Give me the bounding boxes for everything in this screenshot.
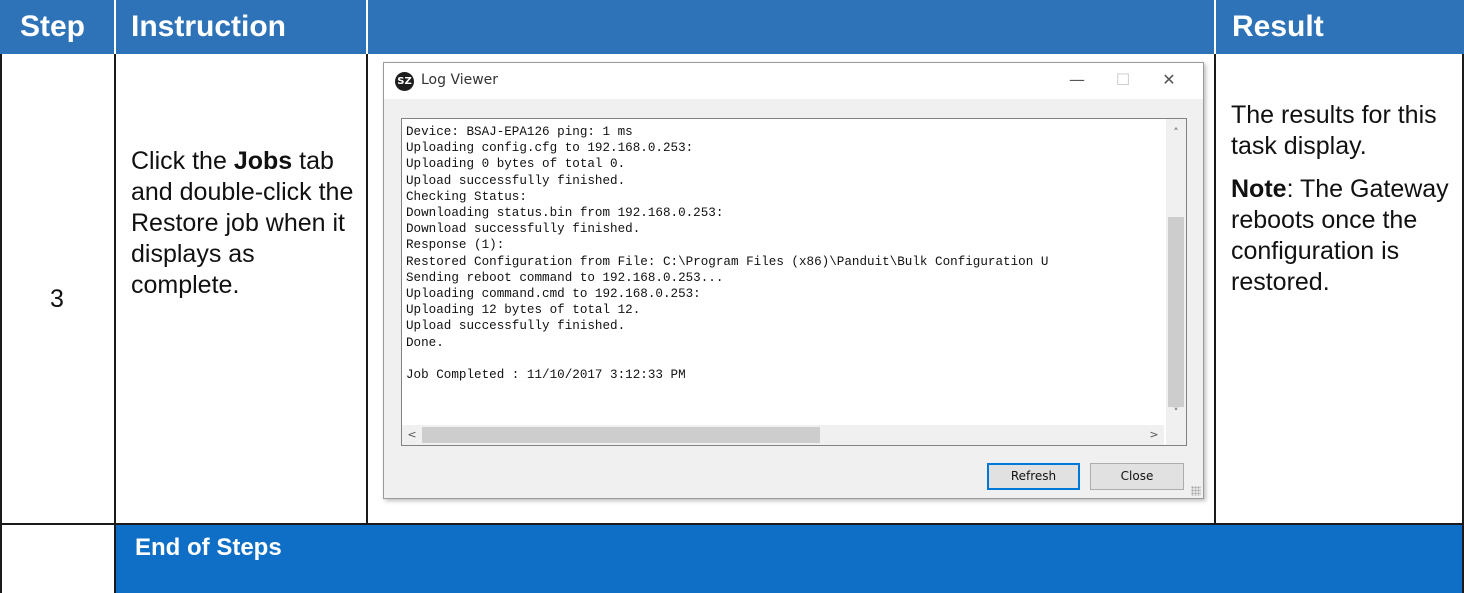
log-line: Device: BSAJ-EPA126 ping: 1 ms [406, 125, 633, 139]
header-divider [1214, 0, 1216, 54]
horizontal-scrollbar[interactable]: < > [402, 425, 1164, 445]
step-number: 3 [50, 285, 64, 313]
log-line: Downloading status.bin from 192.168.0.25… [406, 206, 724, 221]
header-divider [366, 0, 368, 54]
log-line: Restored Configuration from File: C:\Pro… [406, 254, 1049, 269]
log-line: Sending reboot command to 192.168.0.253.… [406, 270, 724, 285]
horizontal-scroll-thumb[interactable] [422, 427, 820, 443]
scroll-down-arrow-icon[interactable]: ˅ [1166, 403, 1186, 423]
cell-border [366, 54, 368, 525]
log-line: Done. [406, 335, 444, 350]
header-step: Step [20, 10, 86, 43]
title-bar[interactable]: SZ Log Viewer — ☐ ✕ [384, 63, 1203, 99]
vertical-scroll-thumb[interactable] [1168, 217, 1184, 407]
vertical-scrollbar[interactable]: ˄ ˅ [1166, 119, 1186, 425]
scroll-up-arrow-icon[interactable]: ˄ [1166, 123, 1186, 143]
resize-grip-icon[interactable] [1191, 486, 1201, 496]
sz-logo-icon: SZ [395, 72, 414, 91]
minimize-button[interactable]: — [1060, 67, 1094, 93]
log-text-area[interactable]: Device: BSAJ-EPA126 ping: 1 ms Uploading … [401, 118, 1187, 446]
window-title: Log Viewer [421, 72, 499, 88]
result-note: Note: The Gateway reboots once the confi… [1231, 174, 1457, 298]
scroll-right-arrow-icon[interactable]: > [1144, 425, 1164, 445]
scroll-left-arrow-icon[interactable]: < [402, 425, 422, 445]
close-window-button[interactable]: ✕ [1152, 67, 1186, 93]
instruction-text: Click the Jobs tab and double-click the … [131, 146, 361, 301]
header-instruction: Instruction [131, 10, 286, 43]
scrollbar-corner [1166, 425, 1186, 445]
cell-border [1214, 54, 1216, 525]
log-line: Checking Status: [406, 189, 527, 204]
header-divider [114, 0, 116, 54]
log-line: Download successfully finished. [406, 222, 641, 237]
end-of-steps-text: End of Steps [135, 534, 282, 561]
note-label: Note [1231, 175, 1287, 203]
end-of-steps-row [116, 525, 1462, 593]
cell-border-left [0, 54, 2, 593]
close-button[interactable]: Close [1090, 463, 1184, 490]
result-line: The results for this task display. [1231, 101, 1437, 160]
log-viewer-window: SZ Log Viewer — ☐ ✕ Device: BSAJ-EPA126 … [383, 62, 1204, 499]
log-line: Uploading command.cmd to 192.168.0.253: [406, 287, 701, 302]
cell-border [114, 54, 116, 593]
log-line: Uploading config.cfg to 192.168.0.253: [406, 141, 694, 156]
result-text: The results for this task display. Note:… [1231, 100, 1457, 298]
log-text: Device: BSAJ-EPA126 ping: 1 ms Uploading … [406, 124, 1162, 420]
instruction-pre: Click the [131, 147, 234, 175]
log-line: Job Completed : 11/10/2017 3:12:33 PM [406, 368, 686, 383]
log-line: Upload successfully finished. [406, 319, 626, 334]
log-line: Upload successfully finished. [406, 173, 626, 188]
log-line: Response (1): [406, 238, 505, 253]
log-line: Uploading 12 bytes of total 12. [406, 303, 641, 318]
maximize-button[interactable]: ☐ [1106, 67, 1140, 93]
header-result: Result [1232, 10, 1324, 43]
log-line: Uploading 0 bytes of total 0. [406, 157, 626, 172]
instruction-bold: Jobs [233, 147, 293, 175]
refresh-button[interactable]: Refresh [987, 463, 1080, 490]
